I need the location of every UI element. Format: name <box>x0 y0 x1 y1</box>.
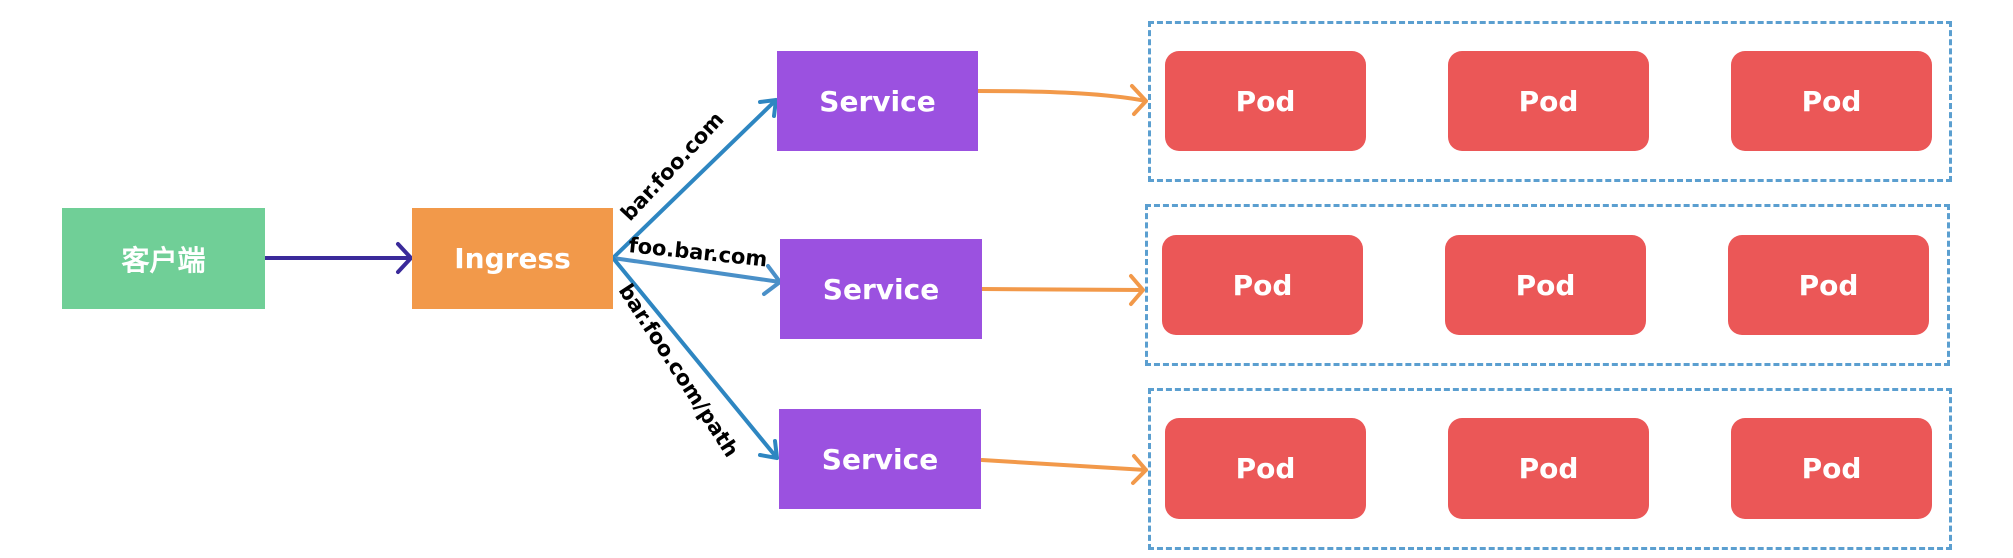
pod-arrow-1 <box>976 84 1148 116</box>
pod: Pod <box>1448 418 1649 519</box>
pod: Pod <box>1165 418 1366 519</box>
client-to-ingress-arrow <box>263 242 413 274</box>
service-label: Service <box>821 442 939 476</box>
pod-label: Pod <box>1232 268 1293 302</box>
service-node-2: Service <box>780 239 982 339</box>
pod: Pod <box>1445 235 1646 335</box>
pod-label: Pod <box>1798 268 1859 302</box>
pod-label: Pod <box>1801 452 1862 485</box>
service-label: Service <box>822 272 940 306</box>
service-node-3: Service <box>779 409 981 509</box>
pod-label: Pod <box>1518 452 1579 485</box>
pod-label: Pod <box>1518 84 1579 118</box>
client-label: 客户端 <box>121 243 206 277</box>
service-node-1: Service <box>777 51 978 151</box>
pod-arrow-2 <box>980 274 1145 306</box>
pod-label: Pod <box>1515 268 1576 302</box>
pod: Pod <box>1162 235 1363 335</box>
route-label-3: bar.foo.com/path <box>614 280 744 462</box>
pod-label: Pod <box>1235 84 1296 118</box>
pod-label: Pod <box>1801 84 1862 118</box>
route-label-2: foo.bar.com <box>627 233 768 271</box>
pod: Pod <box>1731 418 1932 519</box>
ingress-node: Ingress <box>412 208 613 309</box>
pod: Pod <box>1448 51 1649 151</box>
pod: Pod <box>1728 235 1929 335</box>
client-node: 客户端 <box>62 208 265 309</box>
service-label: Service <box>819 84 936 118</box>
ingress-label: Ingress <box>454 242 571 275</box>
pod-arrow-3 <box>980 454 1148 485</box>
pod: Pod <box>1165 51 1366 151</box>
route-label-1: bar.foo.com <box>616 107 729 225</box>
pod: Pod <box>1731 51 1932 151</box>
pod-label: Pod <box>1235 452 1296 485</box>
